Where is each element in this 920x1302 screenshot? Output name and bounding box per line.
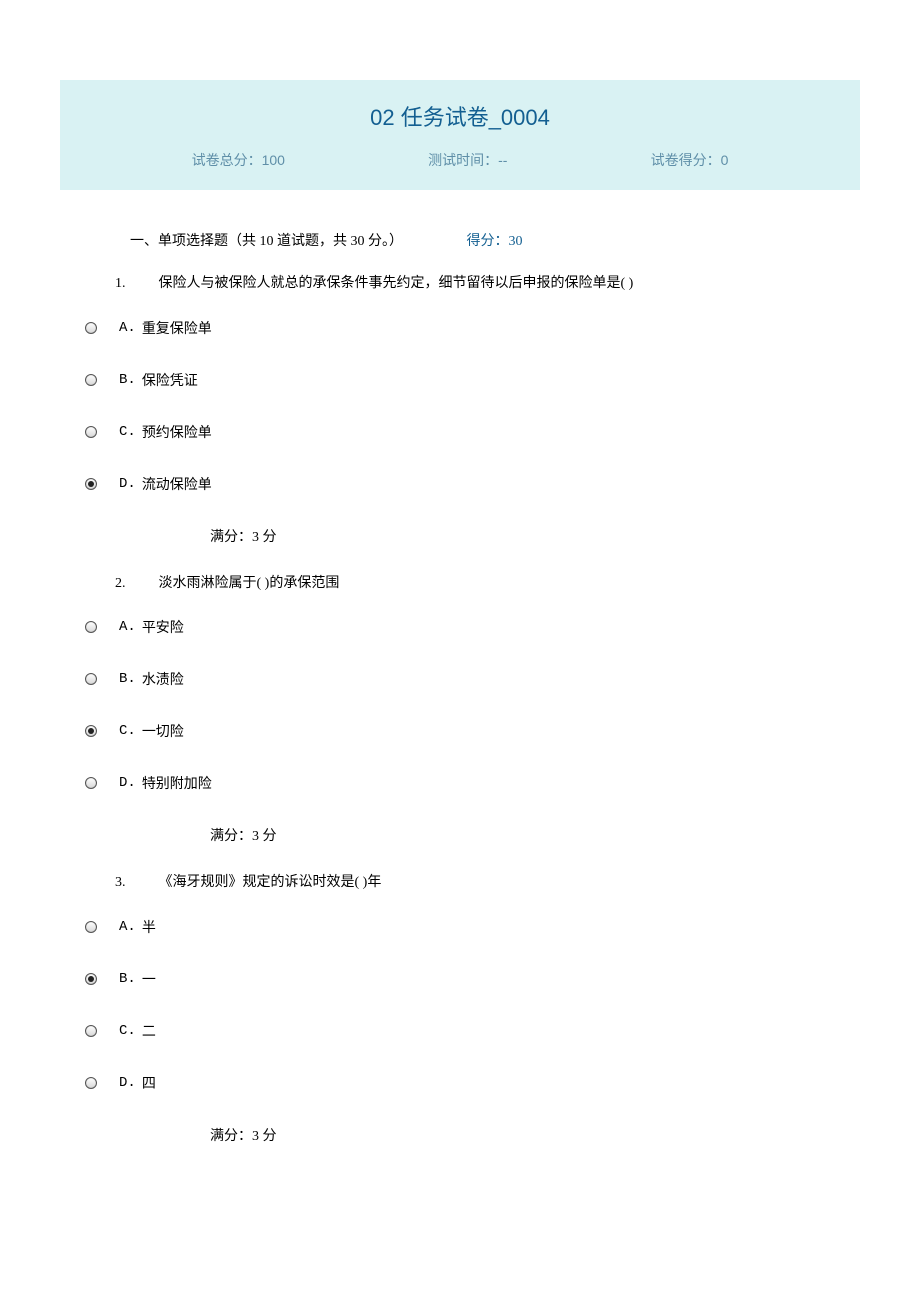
question-score: 满分：3 分 (60, 1125, 860, 1145)
option-text: 一切险 (142, 721, 184, 741)
radio-icon[interactable] (85, 725, 97, 737)
radio-icon[interactable] (85, 478, 97, 490)
option-text: 预约保险单 (142, 422, 212, 442)
option-letter: A. (119, 619, 136, 635)
radio-icon[interactable] (85, 426, 97, 438)
option-row[interactable]: C. 二 (60, 1021, 860, 1041)
section-title: 一、单项选择题（共 10 道试题，共 30 分。） (130, 234, 403, 249)
radio-icon[interactable] (85, 374, 97, 386)
option-text: 一 (142, 969, 156, 989)
section-header: 一、单项选择题（共 10 道试题，共 30 分。） 得分：30 (60, 230, 860, 250)
option-letter: D. (119, 1075, 136, 1091)
question-body: 保险人与被保险人就总的承保条件事先约定，细节留待以后申报的保险单是( ) (159, 276, 634, 291)
question-block: 2. 淡水雨淋险属于( )的承保范围 A. 平安险 B. 水渍险 C. 一切险 … (60, 574, 860, 846)
question-block: 3. 《海牙规则》规定的诉讼时效是( )年 A. 半 B. 一 C. 二 D. … (60, 873, 860, 1145)
option-letter: B. (119, 671, 136, 687)
header-panel: 02 任务试卷_0004 试卷总分：100 测试时间：-- 试卷得分：0 (60, 80, 860, 190)
question-body: 淡水雨淋险属于( )的承保范围 (159, 576, 340, 591)
page-title: 02 任务试卷_0004 (60, 100, 860, 132)
option-row[interactable]: C. 预约保险单 (60, 422, 860, 442)
option-text: 流动保险单 (142, 474, 212, 494)
option-letter: A. (119, 919, 136, 935)
section-score: 得分：30 (467, 234, 523, 249)
question-number: 2. (115, 574, 155, 594)
option-text: 四 (142, 1073, 156, 1093)
option-row[interactable]: C. 一切险 (60, 721, 860, 741)
option-row[interactable]: B. 水渍险 (60, 669, 860, 689)
user-score-label: 试卷得分：0 (651, 150, 729, 170)
radio-icon[interactable] (85, 621, 97, 633)
option-text: 平安险 (142, 617, 184, 637)
question-text: 3. 《海牙规则》规定的诉讼时效是( )年 (60, 873, 860, 893)
option-row[interactable]: A. 平安险 (60, 617, 860, 637)
option-text: 特别附加险 (142, 773, 212, 793)
question-text: 2. 淡水雨淋险属于( )的承保范围 (60, 574, 860, 594)
option-row[interactable]: D. 四 (60, 1073, 860, 1093)
option-text: 半 (142, 917, 156, 937)
option-letter: C. (119, 424, 136, 440)
total-score-label: 试卷总分：100 (192, 150, 285, 170)
question-number: 1. (115, 274, 155, 294)
option-letter: B. (119, 372, 136, 388)
option-row[interactable]: B. 一 (60, 969, 860, 989)
question-score: 满分：3 分 (60, 825, 860, 845)
option-row[interactable]: B. 保险凭证 (60, 370, 860, 390)
option-letter: D. (119, 476, 136, 492)
radio-icon[interactable] (85, 921, 97, 933)
radio-icon[interactable] (85, 777, 97, 789)
radio-icon[interactable] (85, 322, 97, 334)
question-text: 1. 保险人与被保险人就总的承保条件事先约定，细节留待以后申报的保险单是( ) (60, 274, 860, 294)
radio-icon[interactable] (85, 673, 97, 685)
option-letter: C. (119, 1023, 136, 1039)
question-score: 满分：3 分 (60, 526, 860, 546)
radio-icon[interactable] (85, 1025, 97, 1037)
option-text: 水渍险 (142, 669, 184, 689)
question-block: 1. 保险人与被保险人就总的承保条件事先约定，细节留待以后申报的保险单是( ) … (60, 274, 860, 546)
option-text: 二 (142, 1021, 156, 1041)
option-letter: B. (119, 971, 136, 987)
option-text: 保险凭证 (142, 370, 198, 390)
radio-icon[interactable] (85, 973, 97, 985)
option-row[interactable]: A. 半 (60, 917, 860, 937)
option-letter: C. (119, 723, 136, 739)
option-row[interactable]: A. 重复保险单 (60, 318, 860, 338)
meta-row: 试卷总分：100 测试时间：-- 试卷得分：0 (60, 150, 860, 170)
option-letter: A. (119, 320, 136, 336)
radio-icon[interactable] (85, 1077, 97, 1089)
question-number: 3. (115, 873, 155, 893)
option-text: 重复保险单 (142, 318, 212, 338)
test-time-label: 测试时间：-- (428, 150, 507, 170)
option-row[interactable]: D. 流动保险单 (60, 474, 860, 494)
option-row[interactable]: D. 特别附加险 (60, 773, 860, 793)
exam-page: 02 任务试卷_0004 试卷总分：100 测试时间：-- 试卷得分：0 一、单… (0, 0, 920, 1213)
question-body: 《海牙规则》规定的诉讼时效是( )年 (159, 875, 382, 890)
option-letter: D. (119, 775, 136, 791)
